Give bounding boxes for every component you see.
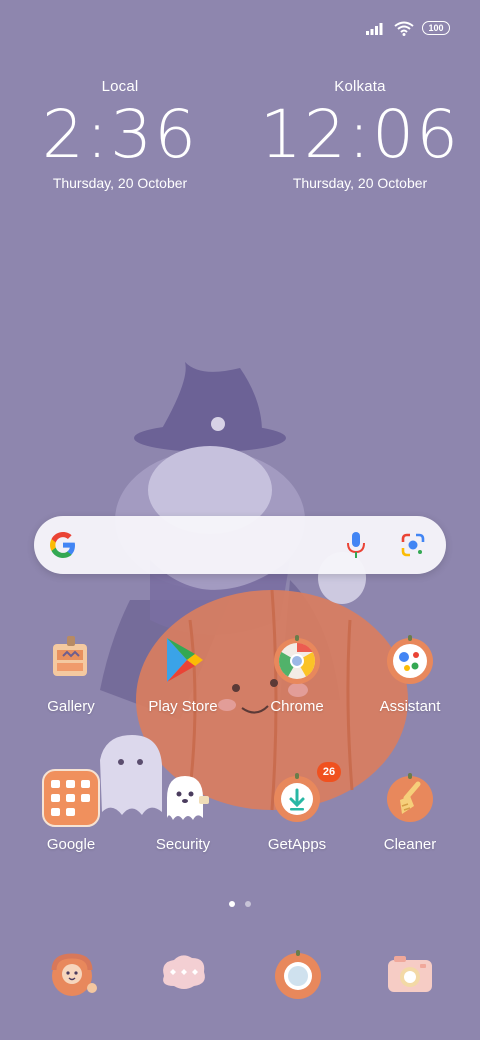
clock-city: Kolkata [334, 78, 386, 95]
phone-icon [51, 953, 97, 996]
app-label: Google [46, 836, 96, 853]
app-label: Gallery [47, 698, 95, 715]
clock-time: 12:06 [259, 96, 461, 173]
clock-time: 2:36 [41, 96, 199, 173]
play-store-icon [153, 630, 213, 690]
gallery-icon [41, 630, 101, 690]
clock-date: Thursday, 20 October [292, 175, 428, 191]
app-label: GetApps [267, 836, 327, 853]
app-assistant[interactable]: Assistant [355, 630, 465, 715]
cleaner-icon [380, 768, 440, 828]
clock-date: Thursday, 20 October [52, 175, 188, 191]
dock-messages[interactable] [154, 944, 214, 1004]
app-security[interactable]: Security [128, 768, 238, 853]
google-logo-icon [50, 532, 75, 558]
app-google-folder[interactable]: Google [16, 768, 126, 853]
assistant-icon [380, 630, 440, 690]
app-label: Assistant [379, 698, 441, 715]
wifi-icon [394, 21, 414, 36]
app-label: Chrome [270, 698, 324, 715]
app-label: Play Store [148, 698, 218, 715]
notification-badge: 26 [317, 762, 341, 782]
page-dot-active [229, 901, 235, 907]
page-dot [245, 901, 251, 907]
clock-kolkata[interactable]: Kolkata 12:06 Thursday, 20 October [250, 78, 470, 191]
chrome-icon [267, 630, 327, 690]
clock-city: Local [101, 78, 139, 95]
google-lens-icon[interactable] [400, 532, 426, 558]
battery-level: 100 [428, 22, 444, 33]
clock-local[interactable]: Local 2:36 Thursday, 20 October [10, 78, 230, 191]
signal-icon [366, 23, 383, 35]
browser-icon [275, 950, 321, 999]
app-chrome[interactable]: Chrome [242, 630, 352, 715]
page-indicator[interactable] [229, 901, 251, 907]
google-search-bar[interactable] [34, 516, 446, 574]
battery-icon: 100 [422, 21, 450, 35]
app-label: Cleaner [383, 836, 437, 853]
dock-camera[interactable] [380, 944, 440, 1004]
app-gallery[interactable]: Gallery [16, 630, 126, 715]
app-label: Security [155, 836, 211, 853]
dock-phone[interactable] [44, 944, 104, 1004]
dock-browser[interactable] [268, 944, 328, 1004]
security-ghost-icon [153, 768, 213, 828]
getapps-icon: 26 [267, 762, 341, 828]
messages-icon [163, 955, 205, 989]
app-cleaner[interactable]: Cleaner [355, 768, 465, 853]
microphone-icon[interactable] [346, 531, 366, 559]
app-getapps[interactable]: 26 GetApps [242, 762, 352, 853]
camera-icon [388, 956, 432, 992]
app-play-store[interactable]: Play Store [128, 630, 238, 715]
folder-icon [41, 768, 101, 828]
status-bar: 100 [366, 18, 450, 38]
